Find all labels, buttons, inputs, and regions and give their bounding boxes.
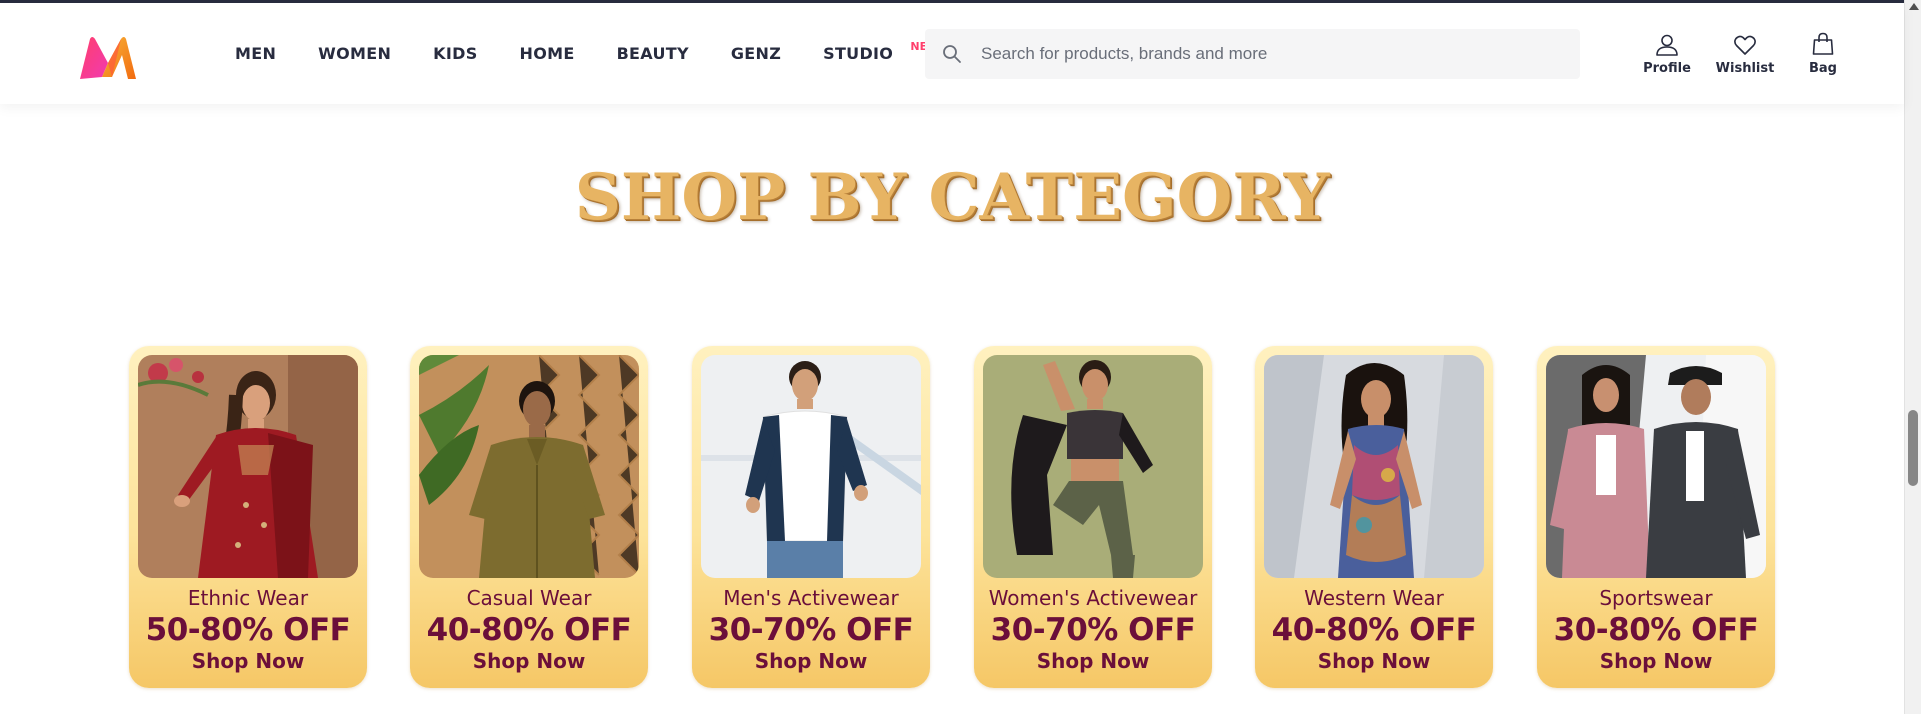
nav-beauty[interactable]: BEAUTY xyxy=(596,3,710,104)
nav-label: WOMEN xyxy=(318,44,392,63)
site-header: MEN WOMEN KIDS HOME BEAUTY GENZ STUDIO N… xyxy=(0,3,1904,104)
category-offer: 40-80% OFF xyxy=(1271,612,1477,648)
bag-icon xyxy=(1811,32,1835,56)
search-input[interactable] xyxy=(979,29,1580,79)
search-bar[interactable] xyxy=(925,29,1580,79)
main-nav: MEN WOMEN KIDS HOME BEAUTY GENZ STUDIO N… xyxy=(214,3,939,104)
bag-label: Bag xyxy=(1809,60,1837,76)
vertical-scrollbar[interactable] xyxy=(1904,0,1921,714)
scroll-up-arrow-icon[interactable] xyxy=(1909,3,1919,10)
category-name: Ethnic Wear xyxy=(187,586,309,610)
category-image xyxy=(1264,355,1484,578)
category-card-ethnic-wear[interactable]: Ethnic Wear 50-80% OFF Shop Now xyxy=(129,346,367,688)
myntra-logo-icon[interactable] xyxy=(76,33,140,81)
shop-now-link[interactable]: Shop Now xyxy=(1537,649,1775,673)
section-title: SHOP BY CATEGORY xyxy=(574,160,1330,235)
category-card-sportswear[interactable]: Sportswear 30-80% OFF Shop Now xyxy=(1537,346,1775,688)
shop-now-link[interactable]: Shop Now xyxy=(692,649,930,673)
category-name: Casual Wear xyxy=(466,586,592,610)
category-card-womens-activewear[interactable]: Women's Activewear 30-70% OFF Shop Now xyxy=(974,346,1212,688)
category-image xyxy=(701,355,921,578)
category-card-casual-wear[interactable]: Casual Wear 40-80% OFF Shop Now xyxy=(410,346,648,688)
category-image xyxy=(138,355,358,578)
heart-icon xyxy=(1733,32,1757,56)
nav-label: HOME xyxy=(519,44,575,63)
shop-now-link[interactable]: Shop Now xyxy=(1255,649,1493,673)
user-icon xyxy=(1655,32,1679,56)
category-name: Men's Activewear xyxy=(723,586,899,610)
category-name: Western Wear xyxy=(1304,586,1444,610)
category-card-mens-activewear[interactable]: Men's Activewear 30-70% OFF Shop Now xyxy=(692,346,930,688)
nav-home[interactable]: HOME xyxy=(499,3,596,104)
shop-now-link[interactable]: Shop Now xyxy=(974,649,1212,673)
category-offer: 50-80% OFF xyxy=(145,612,351,648)
category-offer: 30-70% OFF xyxy=(990,612,1196,648)
nav-studio[interactable]: STUDIO NEW xyxy=(802,3,939,104)
nav-women[interactable]: WOMEN xyxy=(297,3,412,104)
category-name: Women's Activewear xyxy=(988,586,1198,610)
category-offer: 40-80% OFF xyxy=(426,612,632,648)
profile-label: Profile xyxy=(1643,60,1691,76)
wishlist-button[interactable]: Wishlist xyxy=(1706,3,1784,104)
wishlist-label: Wishlist xyxy=(1715,60,1775,76)
category-card-western-wear[interactable]: Western Wear 40-80% OFF Shop Now xyxy=(1255,346,1493,688)
category-image xyxy=(983,355,1203,578)
category-offer: 30-80% OFF xyxy=(1553,612,1759,648)
nav-men[interactable]: MEN xyxy=(214,3,297,104)
scrollbar-thumb[interactable] xyxy=(1908,410,1918,486)
category-offer: 30-70% OFF xyxy=(708,612,914,648)
nav-label: BEAUTY xyxy=(616,44,689,63)
nav-label: MEN xyxy=(235,44,277,63)
search-icon[interactable] xyxy=(925,29,979,79)
bag-button[interactable]: Bag xyxy=(1784,3,1862,104)
category-name: Sportswear xyxy=(1599,586,1713,610)
nav-label: GENZ xyxy=(730,44,782,63)
shop-now-link[interactable]: Shop Now xyxy=(129,649,367,673)
shop-now-link[interactable]: Shop Now xyxy=(410,649,648,673)
category-grid: Ethnic Wear 50-80% OFF Shop Now Casual W… xyxy=(129,346,1779,691)
category-image xyxy=(1546,355,1766,578)
profile-button[interactable]: Profile xyxy=(1628,3,1706,104)
category-image xyxy=(419,355,639,578)
nav-label: KIDS xyxy=(433,44,478,63)
nav-label: STUDIO xyxy=(823,44,894,63)
header-actions: Profile Wishlist Bag xyxy=(1628,3,1862,104)
nav-genz[interactable]: GENZ xyxy=(710,3,802,104)
nav-kids[interactable]: KIDS xyxy=(412,3,498,104)
